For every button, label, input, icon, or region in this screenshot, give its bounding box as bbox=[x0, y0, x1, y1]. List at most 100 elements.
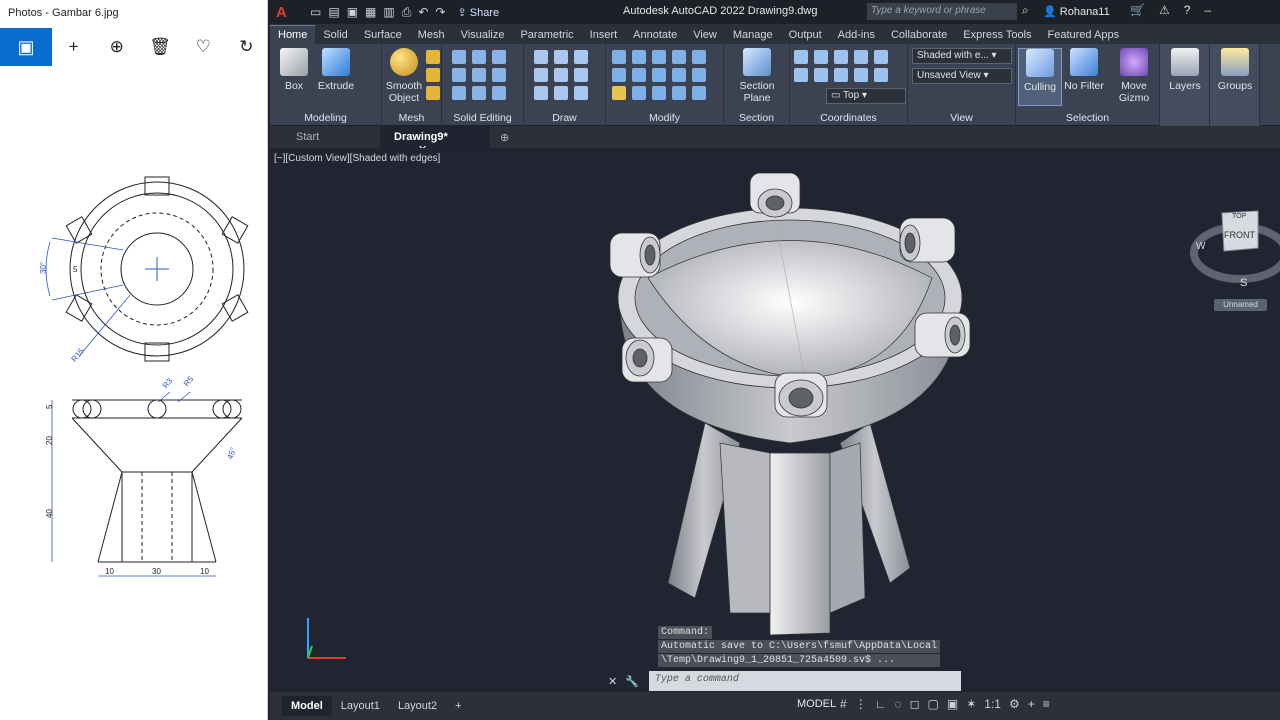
circle-icon[interactable] bbox=[574, 68, 588, 82]
search-input[interactable]: Type a keyword or phrase bbox=[867, 3, 1017, 20]
new-tab-icon[interactable]: ⊕ bbox=[490, 126, 520, 148]
command-close-icon[interactable]: ✕ bbox=[608, 675, 617, 688]
move-icon[interactable] bbox=[652, 50, 666, 64]
tab-mesh[interactable]: Mesh bbox=[410, 26, 453, 44]
ucs-face-icon[interactable] bbox=[854, 68, 868, 82]
slice-icon[interactable] bbox=[472, 86, 486, 100]
tab-view[interactable]: View bbox=[685, 26, 725, 44]
ucs-z-icon[interactable] bbox=[874, 50, 888, 64]
model-space-button[interactable]: MODEL bbox=[797, 698, 836, 710]
drawing-tab[interactable]: Drawing9* ✕ bbox=[380, 126, 490, 156]
move-gizmo-button[interactable]: Move Gizmo bbox=[1112, 48, 1156, 104]
layout-tab-layout2[interactable]: Layout2 bbox=[389, 696, 446, 716]
polar-icon[interactable]: ◌ bbox=[894, 697, 901, 711]
copy-icon[interactable] bbox=[672, 68, 686, 82]
delete-icon[interactable]: 🗑 bbox=[138, 28, 181, 66]
annotation-scale[interactable]: 1:1 bbox=[984, 697, 1001, 711]
layout-tab-model[interactable]: Model bbox=[282, 696, 332, 716]
mirror-icon[interactable] bbox=[612, 50, 626, 64]
ucs-origin-icon[interactable] bbox=[794, 68, 808, 82]
3d-model[interactable] bbox=[600, 173, 980, 643]
ucs-3pt-icon[interactable] bbox=[874, 68, 888, 82]
annotation-icon[interactable]: ✶ bbox=[966, 697, 976, 711]
intersect-icon[interactable] bbox=[492, 50, 506, 64]
zoom-icon[interactable]: ⊕ bbox=[95, 28, 138, 66]
viewport-controls[interactable]: [−][Custom View][Shaded with edges] bbox=[274, 153, 440, 164]
polygon-icon[interactable] bbox=[534, 86, 548, 100]
array-icon[interactable] bbox=[692, 86, 706, 100]
polyline-icon[interactable] bbox=[534, 50, 548, 64]
line2-icon[interactable] bbox=[554, 68, 568, 82]
start-tab[interactable]: Start bbox=[270, 126, 380, 148]
command-input[interactable]: Type a command bbox=[648, 671, 961, 691]
visual-style-dropdown[interactable]: Shaded with e... ▾ bbox=[912, 48, 1012, 64]
scale-icon[interactable] bbox=[652, 86, 666, 100]
save-as-icon[interactable]: ▦ bbox=[365, 5, 376, 20]
tab-express-tools[interactable]: Express Tools bbox=[955, 26, 1039, 44]
minimize-icon[interactable]: – bbox=[1204, 3, 1211, 17]
customize-status-icon[interactable]: ≡ bbox=[1043, 697, 1050, 711]
3d-scale-icon[interactable] bbox=[632, 86, 646, 100]
share-button[interactable]: ⇪ Share bbox=[457, 6, 499, 19]
spline-icon[interactable] bbox=[534, 68, 548, 82]
customize-icon[interactable]: 🔧 bbox=[625, 675, 639, 688]
union-icon[interactable] bbox=[452, 50, 466, 64]
image-view-icon[interactable]: ▣ bbox=[0, 28, 52, 66]
viewcube-top[interactable]: TOP bbox=[1232, 213, 1247, 220]
extrude-button[interactable]: Extrude bbox=[314, 48, 358, 92]
dynamic-ucs-icon[interactable]: ▢ bbox=[928, 697, 939, 711]
no-filter-button[interactable]: No Filter bbox=[1062, 48, 1106, 92]
rotate-icon[interactable] bbox=[652, 68, 666, 82]
print-icon[interactable]: ⎙ bbox=[402, 5, 412, 20]
mesh-tool-icon[interactable] bbox=[426, 68, 440, 82]
selection-cycling-icon[interactable]: ▣ bbox=[947, 697, 958, 711]
layers-button[interactable]: Layers bbox=[1163, 48, 1207, 92]
ucs-world-icon[interactable] bbox=[814, 50, 828, 64]
groups-button[interactable]: Groups bbox=[1213, 48, 1257, 92]
tab-insert[interactable]: Insert bbox=[582, 26, 626, 44]
ucs-x-icon[interactable] bbox=[834, 50, 848, 64]
box-button[interactable]: Box bbox=[272, 48, 316, 92]
redo-icon[interactable]: ↷ bbox=[435, 5, 445, 20]
extract-edges-icon[interactable] bbox=[472, 68, 486, 82]
tab-addins[interactable]: Add-ins bbox=[830, 26, 883, 44]
section-plane-button[interactable]: Section Plane bbox=[735, 48, 779, 104]
fillet-icon[interactable] bbox=[692, 68, 706, 82]
extend-icon[interactable] bbox=[692, 50, 706, 64]
grid-icon[interactable]: # bbox=[840, 697, 847, 711]
smooth-object-button[interactable]: Smooth Object bbox=[382, 48, 426, 104]
tab-parametric[interactable]: Parametric bbox=[512, 26, 581, 44]
fillet-edge-icon[interactable] bbox=[452, 68, 466, 82]
subtract-icon[interactable] bbox=[472, 50, 486, 64]
viewcube-west[interactable]: W bbox=[1196, 241, 1206, 252]
ucs-y-icon[interactable] bbox=[854, 50, 868, 64]
viewcube-south[interactable]: S bbox=[1240, 277, 1247, 289]
trim-icon[interactable] bbox=[672, 50, 686, 64]
ortho-icon[interactable]: ∟ bbox=[875, 697, 887, 711]
rotate-icon[interactable]: ↻ bbox=[225, 28, 268, 66]
model-viewport[interactable]: [−][Custom View][Shaded with edges] TOP … bbox=[270, 148, 1280, 692]
tab-manage[interactable]: Manage bbox=[725, 26, 781, 44]
autocad-logo-icon[interactable]: A bbox=[276, 4, 296, 21]
help-icon[interactable]: ? bbox=[1184, 3, 1191, 17]
user-menu[interactable]: 👤 Rohana11 bbox=[1043, 5, 1110, 18]
named-view-dropdown[interactable]: Unsaved View ▾ bbox=[912, 68, 1012, 84]
tab-solid[interactable]: Solid bbox=[315, 26, 355, 44]
align-icon[interactable] bbox=[632, 50, 646, 64]
shell-icon[interactable] bbox=[452, 86, 466, 100]
viewcube-front[interactable]: FRONT bbox=[1224, 230, 1255, 240]
plus-icon[interactable]: + bbox=[1028, 697, 1035, 711]
tab-surface[interactable]: Surface bbox=[356, 26, 410, 44]
ellipse-icon[interactable] bbox=[574, 86, 588, 100]
offset-icon[interactable] bbox=[672, 86, 686, 100]
layout-tab-layout1[interactable]: Layout1 bbox=[332, 696, 389, 716]
open-icon[interactable]: ▤ bbox=[328, 5, 339, 20]
3d-rotate-icon[interactable] bbox=[632, 68, 646, 82]
mesh-tool-icon[interactable] bbox=[426, 50, 440, 64]
culling-button[interactable]: Culling bbox=[1018, 48, 1062, 106]
save-icon[interactable]: ▣ bbox=[347, 5, 358, 20]
rectangle-icon[interactable] bbox=[554, 86, 568, 100]
cart-icon[interactable]: 🛒 bbox=[1130, 3, 1145, 17]
tab-output[interactable]: Output bbox=[781, 26, 830, 44]
viewcube[interactable]: TOP FRONT W S bbox=[1188, 203, 1280, 313]
